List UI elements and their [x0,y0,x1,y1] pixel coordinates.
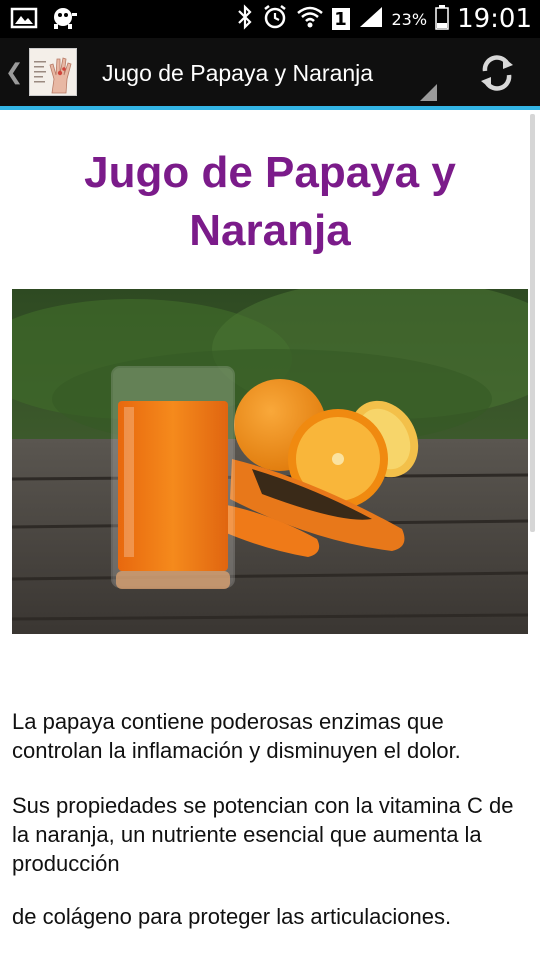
up-chevron-icon[interactable]: ❮ [5,60,23,85]
article-content[interactable]: Jugo de Papaya y Naranja La papaya conti… [0,110,540,960]
battery-percent: 23% [391,9,428,29]
signal-icon [358,5,384,34]
paragraph-3: de colágeno para proteger las articulaci… [12,904,452,929]
action-bar: ❮ Jugo de Papaya y Naranja [0,38,540,106]
wifi-icon [296,4,324,35]
status-right: 1 23% 19:01 [236,3,532,35]
pet-icon [48,5,78,36]
scrollbar[interactable] [530,114,535,532]
gallery-icon [10,6,38,35]
app-logo-icon[interactable] [29,48,77,96]
status-bar: 1 23% 19:01 [0,0,540,38]
battery-icon [435,4,449,35]
status-left [10,5,78,36]
paragraph-2: Sus propiedades se potencian con la vita… [12,793,514,876]
paragraph-1: La papaya contiene poderosas enzimas que… [12,709,461,763]
hero-image [12,289,528,634]
spinner-indicator-icon[interactable] [420,84,437,101]
bluetooth-icon [236,3,254,35]
article-title: Jugo de Papaya y Naranja [84,148,456,255]
alarm-icon [262,4,288,35]
action-bar-title[interactable]: Jugo de Papaya y Naranja [102,60,373,87]
refresh-icon[interactable] [476,52,518,94]
clock: 19:01 [457,4,532,34]
sim-icon: 1 [331,8,350,30]
